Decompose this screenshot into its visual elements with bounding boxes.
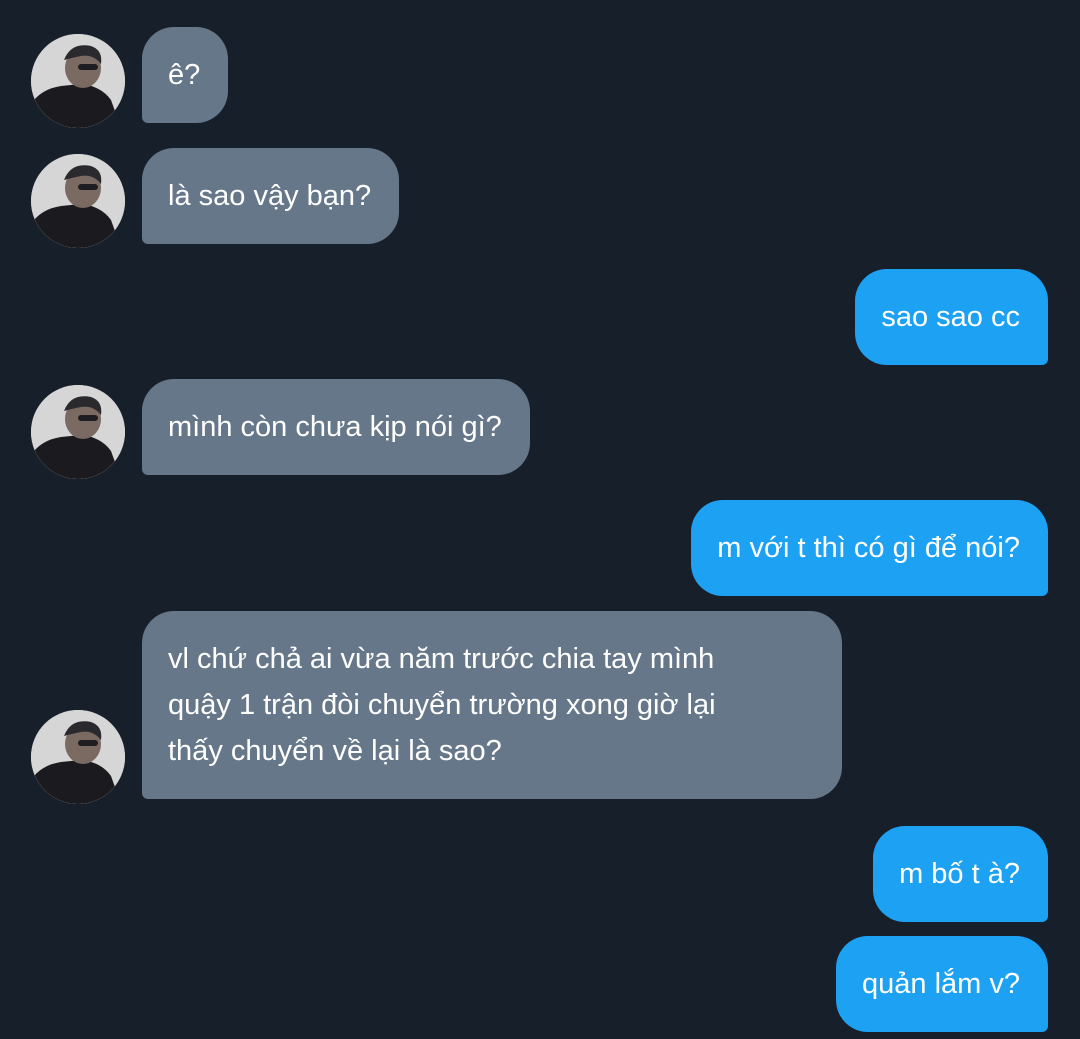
avatar-photo-icon bbox=[31, 34, 125, 128]
message-line: quậy 1 trận đòi chuyển trường xong giờ l… bbox=[168, 689, 716, 721]
avatar-photo-icon bbox=[31, 154, 125, 248]
message-bubble-sent[interactable]: sao sao cc bbox=[855, 269, 1048, 365]
message-bubble-received[interactable]: vl chứ chả ai vừa năm trước chia tay mìn… bbox=[142, 611, 842, 799]
avatar-photo-icon bbox=[31, 710, 125, 804]
message-bubble-sent[interactable]: quản lắm v? bbox=[836, 936, 1048, 1032]
message-bubble-received[interactable]: mình còn chưa kịp nói gì? bbox=[142, 379, 530, 475]
avatar-photo-icon bbox=[31, 385, 125, 479]
contact-avatar[interactable] bbox=[31, 385, 125, 479]
message-bubble-received[interactable]: là sao vậy bạn? bbox=[142, 148, 400, 244]
contact-avatar[interactable] bbox=[31, 154, 125, 248]
message-bubble-sent[interactable]: m bố t à? bbox=[873, 826, 1048, 922]
message-line: vl chứ chả ai vừa năm trước chia tay mìn… bbox=[168, 643, 715, 675]
chat-thread: ê? là sao vậy bạn? sao sao cc mình còn c… bbox=[0, 0, 1080, 1039]
message-line: thấy chuyển về lại là sao? bbox=[168, 735, 502, 767]
contact-avatar[interactable] bbox=[31, 34, 125, 128]
message-bubble-received[interactable]: ê? bbox=[142, 27, 229, 123]
contact-avatar[interactable] bbox=[31, 710, 125, 804]
message-bubble-sent[interactable]: m với t thì có gì để nói? bbox=[691, 500, 1048, 596]
